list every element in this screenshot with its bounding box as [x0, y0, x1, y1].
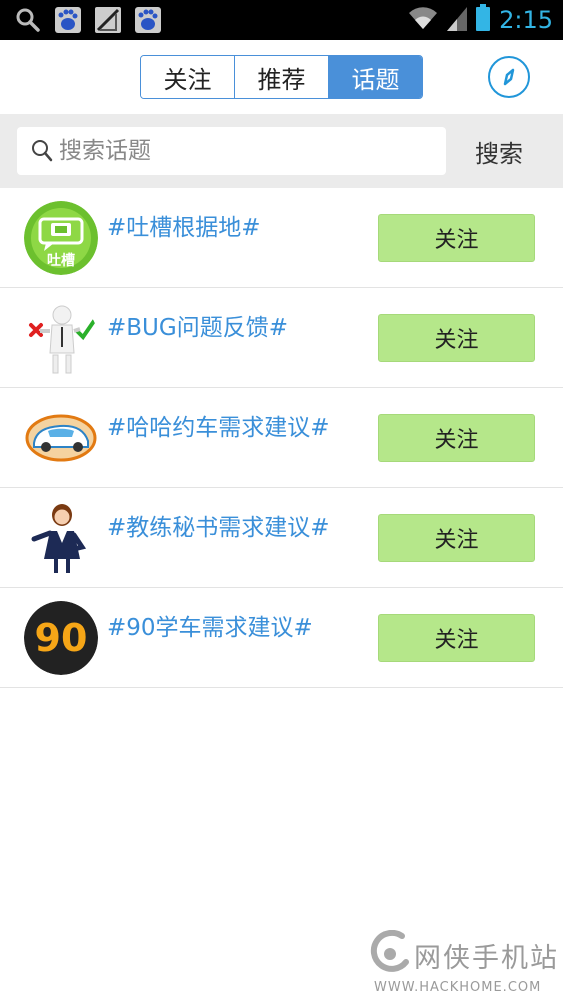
search-icon [32, 140, 53, 162]
topic-title[interactable]: #90学车需求建议# [107, 608, 313, 642]
battery-icon [475, 4, 491, 36]
list-item[interactable]: #BUG问题反馈# 关注 [0, 288, 563, 388]
watermark-url: WWW.HACKHOME.COM [374, 980, 542, 995]
header: 关注 推荐 话题 [0, 40, 563, 114]
avatar-text: 吐槽 [47, 252, 75, 269]
ninety-avatar: 90 [24, 601, 98, 675]
avatar-text: 90 [35, 616, 88, 660]
list-item[interactable]: 90 #90学车需求建议# 关注 [0, 588, 563, 688]
tab-bar: 关注 推荐 话题 [140, 55, 423, 99]
search-box [17, 127, 446, 175]
list-item[interactable]: 吐槽 #吐槽根据地# 关注 [0, 188, 563, 288]
follow-button[interactable]: 关注 [378, 614, 535, 662]
car-avatar [24, 401, 98, 475]
topic-title[interactable]: #哈哈约车需求建议# [107, 408, 330, 442]
signal-icon [447, 5, 468, 35]
wifi-icon [407, 5, 439, 35]
follow-button[interactable]: 关注 [378, 214, 535, 262]
tab-following[interactable]: 关注 [141, 56, 235, 98]
follow-button[interactable]: 关注 [378, 314, 535, 362]
tab-topics[interactable]: 话题 [329, 56, 422, 98]
bug-feedback-avatar [24, 301, 98, 375]
system-indicators: 2:15 [407, 4, 563, 36]
search-input[interactable] [59, 138, 419, 164]
secretary-avatar [24, 501, 98, 575]
notification-icons [0, 6, 162, 34]
baidu-icon [54, 6, 82, 34]
tucao-avatar: 吐槽 [24, 201, 98, 275]
tab-recommended[interactable]: 推荐 [235, 56, 329, 98]
watermark-logo-icon [370, 930, 409, 972]
status-bar: 2:15 [0, 0, 563, 40]
search-area: 搜索 [0, 114, 563, 188]
list-item[interactable]: #哈哈约车需求建议# 关注 [0, 388, 563, 488]
search-icon [14, 6, 42, 34]
compass-icon [503, 68, 515, 86]
follow-button[interactable]: 关注 [378, 514, 535, 562]
status-time: 2:15 [499, 6, 553, 34]
compass-button[interactable] [488, 56, 530, 98]
follow-button[interactable]: 关注 [378, 414, 535, 462]
watermark: 网侠手机站 WWW.HACKHOME.COM [368, 930, 558, 998]
topic-title[interactable]: #吐槽根据地# [107, 208, 261, 242]
watermark-title: 网侠手机站 [414, 943, 559, 974]
search-button[interactable]: 搜索 [460, 127, 538, 175]
no-signal-icon [94, 6, 122, 34]
topic-list: 吐槽 #吐槽根据地# 关注 #BUG问题反馈# 关注 #哈哈约车需求建议# 关注… [0, 188, 563, 688]
topic-title[interactable]: #教练秘书需求建议# [107, 508, 330, 542]
topic-title[interactable]: #BUG问题反馈# [107, 308, 288, 342]
list-item[interactable]: #教练秘书需求建议# 关注 [0, 488, 563, 588]
baidu-icon [134, 6, 162, 34]
